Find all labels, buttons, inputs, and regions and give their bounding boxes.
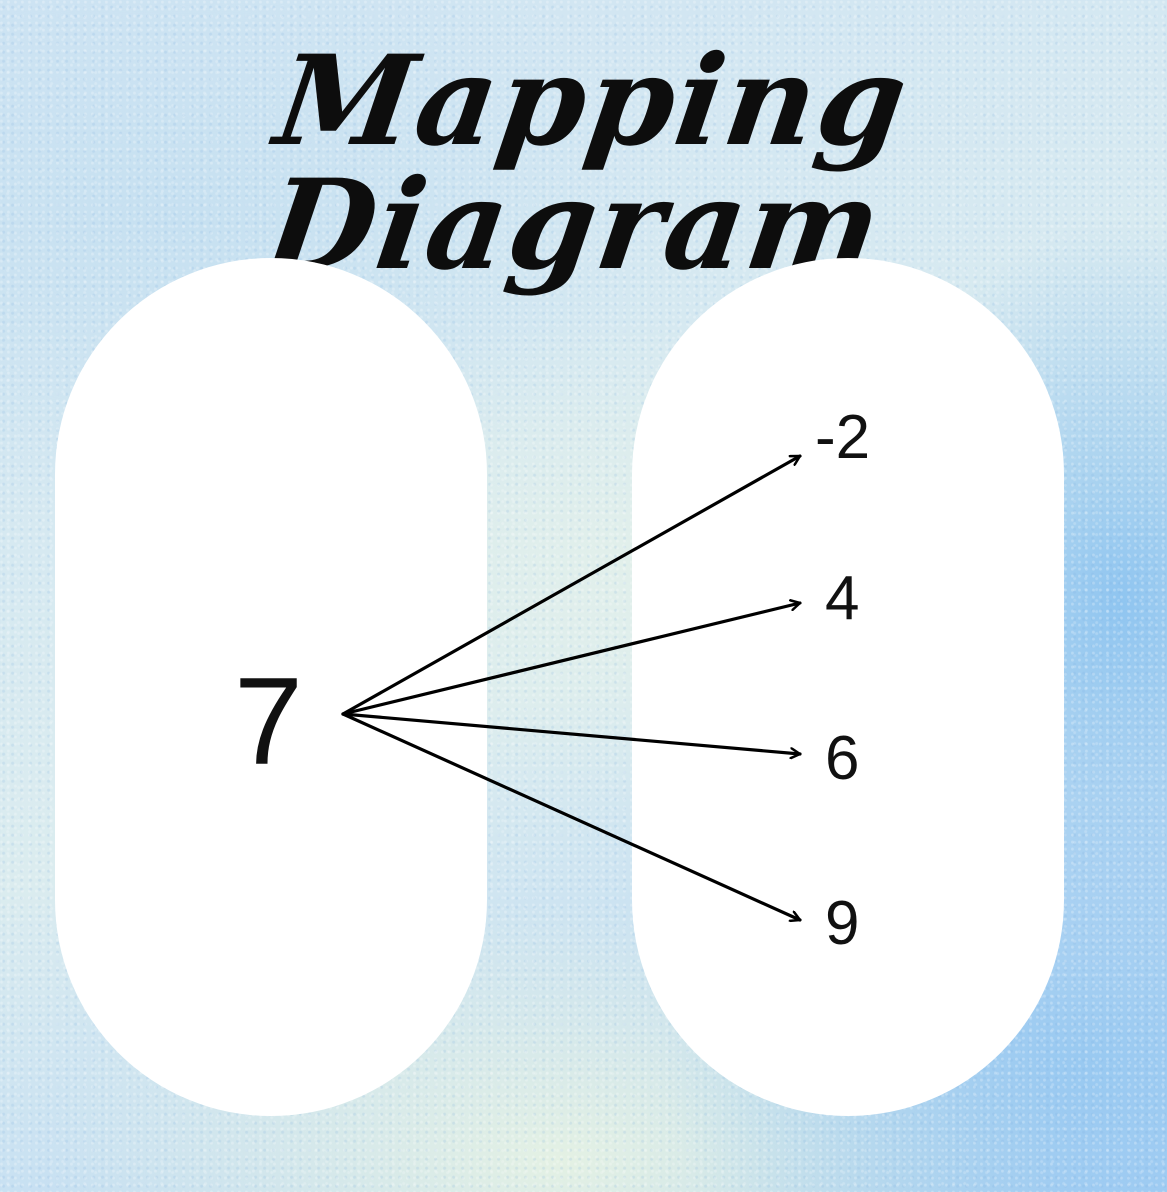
range-value-neg2: -2 — [815, 403, 871, 472]
domain-value-7: 7 — [234, 653, 303, 791]
mapping-arrow-3 — [341, 712, 802, 754]
range-value-9: 9 — [825, 889, 860, 958]
mapping-arrows — [341, 454, 802, 1192]
mapping-arrow-2 — [341, 603, 802, 716]
mapping-arrow-1 — [341, 454, 802, 716]
range-value-6: 6 — [825, 724, 860, 793]
mapping-arrow-4 — [341, 712, 802, 920]
range-value-4: 4 — [825, 564, 860, 633]
